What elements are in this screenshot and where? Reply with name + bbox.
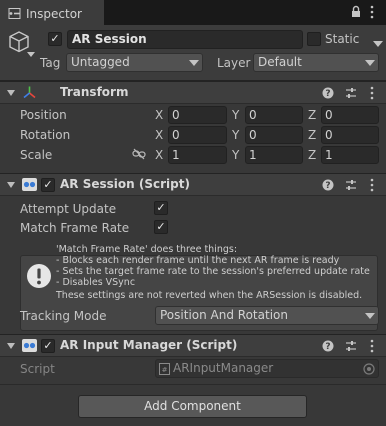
help-text-line: - Disables VSync — [56, 277, 136, 288]
component-menu-icon[interactable] — [370, 86, 374, 100]
axis-z-label: Z — [308, 128, 317, 142]
attempt-update-label: Attempt Update — [20, 202, 117, 216]
layer-label: Layer — [217, 56, 251, 70]
add-component-button[interactable]: Add Component — [78, 395, 307, 418]
lock-icon[interactable] — [351, 5, 361, 18]
help-text-line: These settings are not reverted when the… — [56, 290, 363, 301]
cs-script-icon: # — [159, 363, 170, 375]
tab-bar: Inspector — [0, 0, 386, 25]
axis-y-label: Y — [232, 108, 240, 122]
ar-input-manager-title: AR Input Manager (Script) — [60, 338, 238, 352]
transform-title: Transform — [60, 85, 129, 99]
chevron-down-icon — [189, 60, 199, 66]
object-name-field[interactable]: AR Session — [67, 30, 303, 49]
axis-y-label: Y — [232, 148, 240, 162]
svg-text:?: ? — [325, 342, 330, 352]
script-component-icon — [22, 339, 37, 352]
tag-dropdown[interactable]: Untagged — [66, 53, 203, 72]
match-frame-rate-checkbox[interactable]: ✓ — [154, 220, 168, 234]
ar-session-title: AR Session (Script) — [60, 177, 190, 191]
position-x-field[interactable]: 0 — [168, 106, 227, 124]
static-checkbox[interactable] — [307, 32, 321, 46]
script-component-icon — [22, 178, 37, 191]
axis-x-label: X — [155, 148, 164, 162]
foldout-arrow-icon[interactable] — [7, 90, 15, 96]
static-label: Static — [325, 32, 360, 46]
help-text-line: - Sets the target frame rate to the sess… — [56, 266, 370, 277]
info-warning-icon — [27, 264, 51, 288]
attempt-update-checkbox[interactable]: ✓ — [154, 201, 168, 215]
scale-y-field[interactable]: 1 — [245, 146, 303, 164]
tag-label: Tag — [40, 56, 61, 70]
tracking-mode-label: Tracking Mode — [20, 309, 107, 323]
tag-value: Untagged — [71, 55, 130, 69]
axis-x-label: X — [155, 108, 164, 122]
match-frame-rate-label: Match Frame Rate — [20, 221, 130, 235]
object-name-value: AR Session — [72, 32, 147, 46]
icon-dropdown-caret-icon[interactable] — [27, 52, 35, 57]
object-header: ✓ AR Session Static Tag Untagged Layer D… — [0, 25, 386, 81]
position-label: Position — [20, 108, 67, 122]
help-icon[interactable]: ? — [322, 340, 334, 352]
chevron-down-icon — [365, 60, 375, 66]
foldout-arrow-icon[interactable] — [7, 343, 15, 349]
constrain-proportions-link-icon[interactable] — [132, 148, 146, 160]
help-text-line: - Blocks each render frame until the nex… — [56, 255, 340, 266]
svg-text:?: ? — [325, 181, 330, 191]
divider — [0, 384, 386, 385]
transform-axes-icon — [23, 86, 36, 99]
tab-inspector[interactable]: Inspector — [0, 0, 104, 25]
ar-input-manager-enabled-checkbox[interactable]: ✓ — [41, 339, 55, 353]
active-checkbox[interactable]: ✓ — [48, 32, 62, 46]
ar-session-header[interactable]: ✓ AR Session (Script) ? — [0, 173, 386, 196]
presets-sliders-icon[interactable] — [345, 340, 357, 352]
presets-sliders-icon[interactable] — [345, 179, 357, 191]
scale-z-field[interactable]: 1 — [321, 146, 379, 164]
rotation-z-field[interactable]: 0 — [321, 126, 379, 144]
more-options-icon[interactable] — [370, 5, 374, 19]
script-field: # ARInputManager — [155, 359, 379, 378]
help-icon[interactable]: ? — [322, 87, 334, 99]
gameobject-cube-icon — [9, 31, 29, 53]
tracking-mode-value: Position And Rotation — [160, 308, 288, 322]
chevron-down-icon — [365, 313, 375, 319]
transform-header[interactable]: Transform ? — [0, 81, 386, 104]
position-z-field[interactable]: 0 — [321, 106, 379, 124]
tracking-mode-dropdown[interactable]: Position And Rotation — [155, 306, 379, 325]
axis-z-label: Z — [308, 108, 317, 122]
rotation-label: Rotation — [20, 128, 71, 142]
help-text-line: 'Match Frame Rate' does three things: — [56, 244, 238, 255]
inspector-icon — [8, 8, 21, 19]
svg-text:?: ? — [325, 89, 330, 99]
foldout-arrow-icon[interactable] — [7, 182, 15, 188]
help-icon[interactable]: ? — [322, 179, 334, 191]
axis-y-label: Y — [232, 128, 240, 142]
axis-z-label: Z — [308, 148, 317, 162]
ar-session-enabled-checkbox[interactable]: ✓ — [41, 178, 55, 192]
svg-text:#: # — [162, 366, 168, 374]
scale-label: Scale — [20, 148, 53, 162]
static-dropdown-caret-icon[interactable] — [370, 40, 386, 49]
axis-x-label: X — [155, 128, 164, 142]
layer-value: Default — [258, 55, 302, 69]
scale-x-field[interactable]: 1 — [168, 146, 227, 164]
presets-sliders-icon[interactable] — [345, 87, 357, 99]
tab-inspector-label: Inspector — [26, 7, 82, 21]
script-label: Script — [20, 362, 55, 376]
component-menu-icon[interactable] — [370, 178, 374, 192]
script-value: ARInputManager — [173, 361, 274, 375]
component-menu-icon[interactable] — [370, 339, 374, 353]
ar-input-manager-header[interactable]: ✓ AR Input Manager (Script) ? — [0, 334, 386, 357]
rotation-x-field[interactable]: 0 — [168, 126, 227, 144]
transform-fields: Position X 0 Y 0 Z 0 Rotation X 0 Y 0 Z … — [0, 106, 386, 170]
position-y-field[interactable]: 0 — [245, 106, 303, 124]
rotation-y-field[interactable]: 0 — [245, 126, 303, 144]
layer-dropdown[interactable]: Default — [253, 53, 379, 72]
object-picker-icon — [363, 363, 375, 375]
